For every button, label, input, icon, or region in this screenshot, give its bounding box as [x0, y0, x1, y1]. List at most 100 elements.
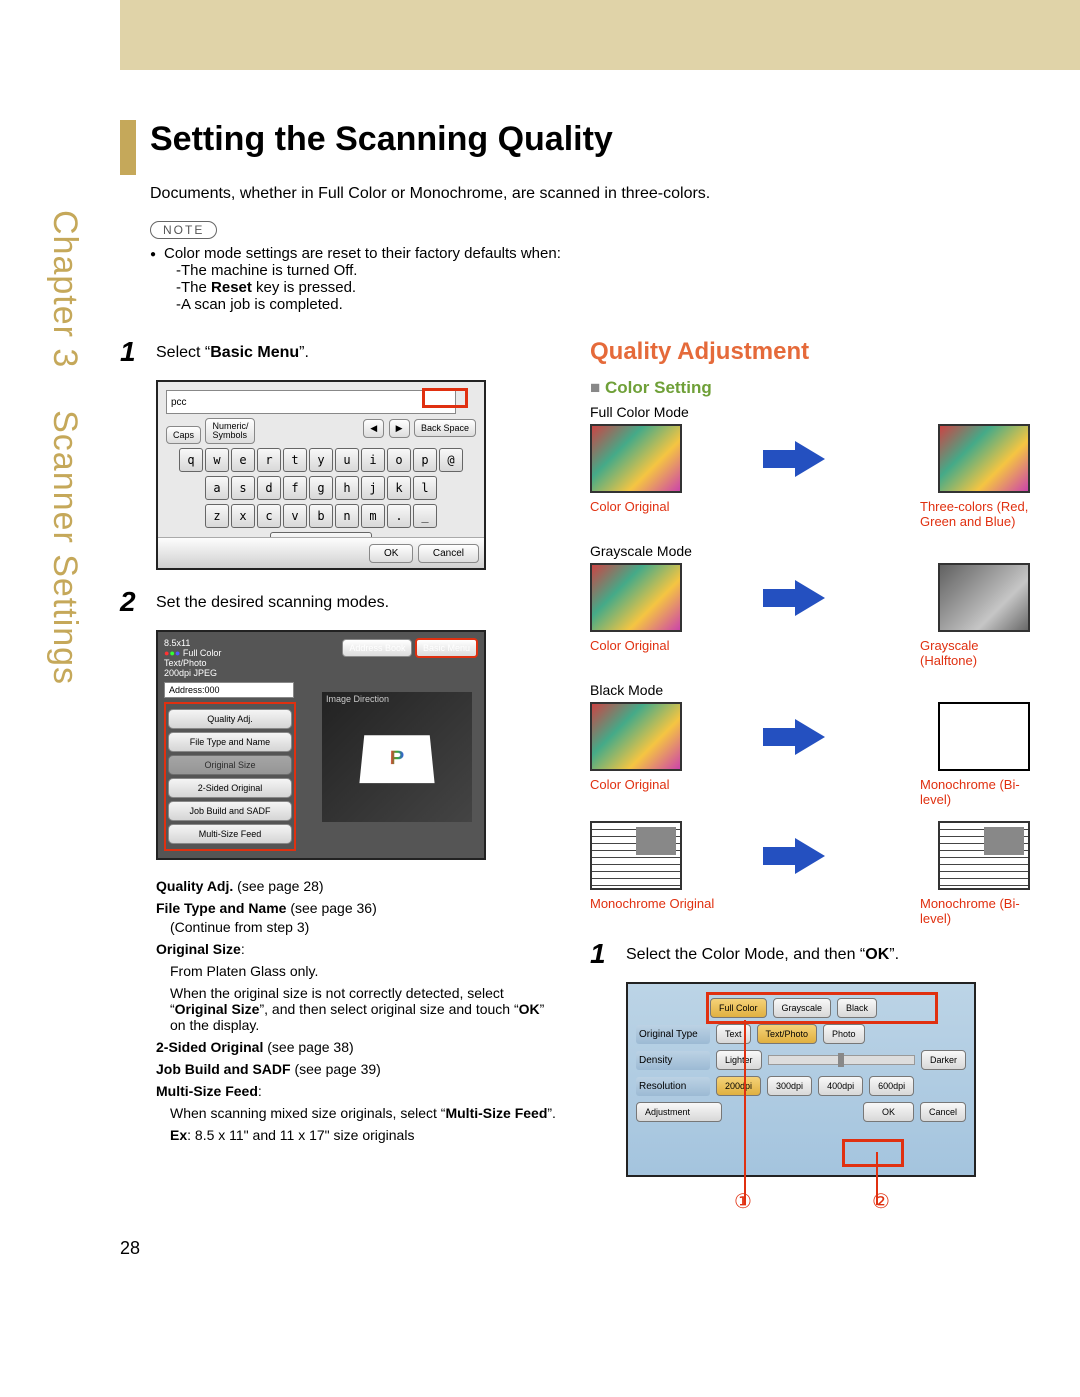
- page-number: 28: [120, 1238, 1030, 1259]
- cancel-button[interactable]: Cancel: [920, 1102, 966, 1122]
- callouts: ① ②: [626, 1189, 1030, 1214]
- status-res: 200dpi JPEG: [164, 668, 221, 678]
- key[interactable]: j: [361, 476, 385, 500]
- page-title: Setting the Scanning Quality: [150, 120, 613, 159]
- thumb-grayscale: [938, 563, 1030, 632]
- key[interactable]: p: [413, 448, 437, 472]
- step-text: Select “Basic Menu”.: [156, 338, 309, 362]
- menu-job-build[interactable]: Job Build and SADF: [168, 801, 292, 821]
- adjustment-button[interactable]: Adjustment: [636, 1102, 722, 1122]
- key[interactable]: k: [387, 476, 411, 500]
- step-number: 1: [590, 940, 626, 968]
- key[interactable]: h: [335, 476, 359, 500]
- section-label: Scanner Settings: [46, 410, 84, 685]
- key[interactable]: d: [257, 476, 281, 500]
- row-label: Original Type: [636, 1025, 710, 1044]
- status-color: Full Color: [183, 648, 222, 658]
- key[interactable]: z: [205, 504, 229, 528]
- caps-button[interactable]: Caps: [166, 426, 201, 444]
- note-lead: Color mode settings are reset to their f…: [150, 245, 1030, 262]
- thumb-monochrome: [938, 702, 1030, 771]
- status-size: 8.5x11: [164, 638, 221, 648]
- scanner-menu-screenshot: 8.5x11 ●●● Full Color Text/Photo 200dpi …: [156, 630, 486, 860]
- cancel-button[interactable]: Cancel: [418, 544, 479, 563]
- ok-highlight: [842, 1139, 904, 1167]
- preview-label: Image Direction: [326, 694, 389, 704]
- key[interactable]: @: [439, 448, 463, 472]
- menu-original-size[interactable]: Original Size: [168, 755, 292, 775]
- color-mode-highlight: [706, 992, 938, 1024]
- thumb-monochrome: [938, 821, 1030, 890]
- lighter-button[interactable]: Lighter: [716, 1050, 762, 1070]
- arrow-icon: [692, 580, 928, 616]
- key[interactable]: x: [231, 504, 255, 528]
- key[interactable]: f: [283, 476, 307, 500]
- section-heading: Quality Adjustment: [590, 338, 1030, 366]
- caption: Grayscale (Halftone): [920, 638, 1030, 668]
- arrow-right-button[interactable]: ▶: [389, 419, 410, 438]
- key[interactable]: a: [205, 476, 229, 500]
- mode-label-gray: Grayscale Mode: [590, 543, 1030, 559]
- res-600[interactable]: 600dpi: [869, 1076, 914, 1096]
- top-banner: [120, 0, 1080, 70]
- left-column: 1 Select “Basic Menu”. pcc Caps Numeric/…: [120, 338, 560, 1214]
- darker-button[interactable]: Darker: [921, 1050, 966, 1070]
- key[interactable]: q: [179, 448, 203, 472]
- note-item: -The machine is turned Off.: [150, 262, 1030, 279]
- ok-button[interactable]: OK: [863, 1102, 914, 1122]
- key[interactable]: u: [335, 448, 359, 472]
- menu-file-type[interactable]: File Type and Name: [168, 732, 292, 752]
- caption: Monochrome Original: [590, 896, 765, 926]
- numeric-button[interactable]: Numeric/ Symbols: [205, 418, 255, 444]
- arrow-icon: [692, 719, 928, 755]
- key[interactable]: .: [387, 504, 411, 528]
- caption: Color Original: [590, 777, 765, 807]
- key[interactable]: o: [387, 448, 411, 472]
- key[interactable]: w: [205, 448, 229, 472]
- note-box: NOTE Color mode settings are reset to th…: [150, 221, 1030, 313]
- row-label: Resolution: [636, 1077, 710, 1096]
- thumb-color-original: [590, 563, 682, 632]
- key[interactable]: t: [283, 448, 307, 472]
- key[interactable]: e: [231, 448, 255, 472]
- tab-address-book[interactable]: Address Book: [342, 639, 412, 657]
- backspace-button[interactable]: Back Space: [414, 419, 476, 437]
- key[interactable]: i: [361, 448, 385, 472]
- menu-2sided[interactable]: 2-Sided Original: [168, 778, 292, 798]
- tab-basic-menu[interactable]: Basic Menu: [415, 638, 478, 658]
- key-row: asdfghjkl: [166, 476, 476, 500]
- ok-button[interactable]: OK: [369, 544, 413, 563]
- key[interactable]: n: [335, 504, 359, 528]
- subsection-heading: Color Setting: [590, 378, 1030, 398]
- arrow-left-button[interactable]: ◀: [363, 419, 384, 438]
- thumb-mono-original: [590, 821, 682, 890]
- key[interactable]: g: [309, 476, 333, 500]
- key[interactable]: l: [413, 476, 437, 500]
- menu-multisize[interactable]: Multi-Size Feed: [168, 824, 292, 844]
- leader-line: [744, 1020, 746, 1205]
- key[interactable]: r: [257, 448, 281, 472]
- note-item: -The Reset key is pressed.: [150, 279, 1030, 296]
- destination-field[interactable]: Address:000: [164, 682, 294, 698]
- menu-quality-adj[interactable]: Quality Adj.: [168, 709, 292, 729]
- key[interactable]: s: [231, 476, 255, 500]
- res-200[interactable]: 200dpi: [716, 1076, 761, 1096]
- row-label: Density: [636, 1051, 710, 1070]
- key[interactable]: b: [309, 504, 333, 528]
- arrow-icon: [692, 441, 928, 477]
- res-300[interactable]: 300dpi: [767, 1076, 812, 1096]
- key[interactable]: v: [283, 504, 307, 528]
- key[interactable]: _: [413, 504, 437, 528]
- caption: Monochrome (Bi-level): [920, 896, 1030, 926]
- intro-text: Documents, whether in Full Color or Mono…: [150, 185, 1030, 203]
- keyboard-input[interactable]: pcc: [166, 390, 456, 414]
- step-text: Set the desired scanning modes.: [156, 588, 389, 612]
- opt-photo[interactable]: Photo: [823, 1024, 865, 1044]
- title-accent-bar: [120, 120, 136, 175]
- key[interactable]: m: [361, 504, 385, 528]
- thumb-color-original: [590, 424, 682, 493]
- key[interactable]: c: [257, 504, 281, 528]
- res-400[interactable]: 400dpi: [818, 1076, 863, 1096]
- opt-text-photo[interactable]: Text/Photo: [757, 1024, 818, 1044]
- key[interactable]: y: [309, 448, 333, 472]
